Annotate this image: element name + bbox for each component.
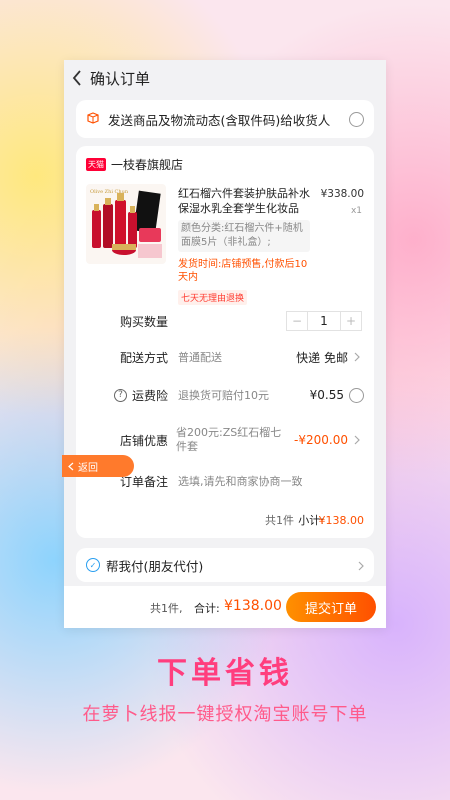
- question-icon[interactable]: ?: [114, 388, 127, 402]
- delivery-row[interactable]: 配送方式 普通配送 快递 免邮: [76, 346, 374, 368]
- quantity-value[interactable]: 1: [307, 312, 341, 330]
- slogan-title: 下单省钱: [157, 656, 293, 691]
- page-title: 确认订单: [90, 69, 151, 88]
- chevron-right-icon: [352, 351, 362, 363]
- insurance-value: 退换货可赔付10元: [178, 389, 269, 402]
- product-quantity-mark: x1: [350, 206, 362, 216]
- notify-card[interactable]: 发送商品及物流动态(含取件码)给收货人: [76, 100, 374, 138]
- discount-row[interactable]: 店铺优惠 省200元:ZS红石榴七件套 -¥200.00: [76, 422, 374, 458]
- insurance-radio[interactable]: [349, 387, 364, 403]
- subtotal-row: 共1件 小计: ¥138.00: [76, 510, 374, 530]
- total-label: 合计:: [194, 602, 220, 615]
- subtotal-count: 共1件: [265, 514, 294, 527]
- quantity-row: 购买数量 − 1 +: [76, 310, 374, 332]
- insurance-row[interactable]: ? 运费险 退换货可赔付10元 ¥0.55: [76, 384, 374, 406]
- subtotal-value: ¥138.00: [318, 513, 365, 527]
- chevron-left-icon[interactable]: [68, 66, 86, 90]
- friend-pay-card[interactable]: ✓ 帮我付(朋友代付): [76, 548, 374, 582]
- delivery-value: 普通配送: [178, 351, 222, 364]
- quantity-minus-button[interactable]: −: [287, 312, 307, 330]
- product-sku: 颜色分类:红石榴六件+随机面膜5片（非礼盒）;: [178, 220, 310, 252]
- shop-name: 一枝春旗舰店: [111, 158, 184, 172]
- floating-back-button[interactable]: 返回: [62, 455, 134, 477]
- insurance-label: 运费险: [132, 388, 169, 403]
- discount-label: 店铺优惠: [120, 433, 169, 448]
- package-icon: [86, 110, 100, 129]
- friend-pay-label: 帮我付(朋友代付): [106, 558, 204, 574]
- product-image[interactable]: Olive Zhi Chun: [86, 184, 166, 264]
- return-tag: 七天无理由退换: [178, 290, 248, 305]
- total-value: ¥138.00: [224, 598, 282, 614]
- notify-radio[interactable]: [349, 111, 364, 127]
- chevron-left-icon: [68, 462, 74, 470]
- ship-time: 发货时间:店铺预售,付款后10天内: [178, 259, 308, 283]
- insurance-price: ¥0.55: [309, 388, 344, 402]
- submit-order-button[interactable]: 提交订单: [286, 592, 376, 622]
- chevron-right-icon: [352, 434, 362, 446]
- order-card: 天猫 一枝春旗舰店 Olive Zhi Chun 红石榴六件套装护肤品补水保湿水…: [76, 146, 374, 538]
- floating-back-label: 返回: [78, 462, 98, 474]
- quantity-plus-button[interactable]: +: [341, 312, 361, 330]
- product-price: ¥338.00: [320, 188, 364, 200]
- top-bar: 确认订单: [64, 60, 386, 96]
- product-title[interactable]: 红石榴六件套装护肤品补水保湿水乳全套学生化妆品正...: [178, 186, 312, 216]
- shop-row[interactable]: 天猫 一枝春旗舰店: [86, 156, 183, 173]
- discount-value: 省200元:ZS红石榴七件套: [176, 426, 282, 453]
- friend-pay-icon: ✓: [86, 558, 100, 572]
- chevron-right-icon: [358, 556, 364, 575]
- delivery-extra: 快递 免邮: [296, 350, 348, 365]
- total-count: 共1件,: [150, 602, 183, 615]
- quantity-label: 购买数量: [120, 314, 169, 329]
- quantity-stepper[interactable]: − 1 +: [286, 311, 362, 331]
- notify-label: 发送商品及物流动态(含取件码)给收货人: [108, 112, 331, 128]
- bottom-bar: 共1件, 合计: ¥138.00 提交订单: [64, 586, 386, 628]
- tmall-badge: 天猫: [86, 158, 106, 171]
- slogan-subtitle: 在萝卜线报一键授权淘宝账号下单: [82, 704, 368, 725]
- remark-input[interactable]: 选填,请先和商家协商一致: [178, 473, 303, 489]
- phone-screen: 确认订单 发送商品及物流动态(含取件码)给收货人 天猫 一枝春旗舰店 Olive…: [64, 60, 386, 628]
- delivery-label: 配送方式: [120, 350, 169, 365]
- discount-amount: -¥200.00: [294, 433, 348, 447]
